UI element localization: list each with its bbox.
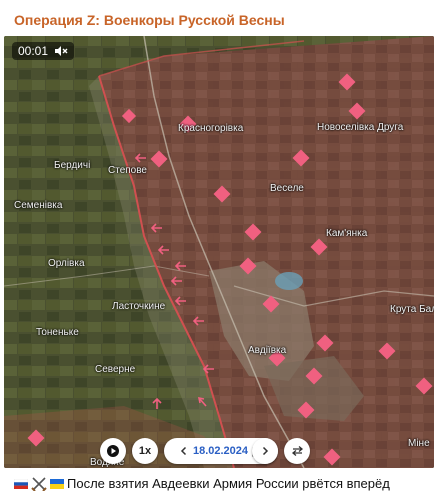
playback-time-badge: 00:01 [12, 42, 75, 60]
place-label: Ласточкине [112, 301, 166, 312]
playback-controls: 1x 18.02.2024 [4, 438, 434, 464]
pond [275, 272, 303, 290]
place-label: Кам'янка [326, 228, 368, 239]
ukraine-flag-icon [50, 478, 64, 489]
place-label: Веселе [270, 183, 304, 194]
russia-flag-icon [14, 478, 28, 489]
crossed-swords-icon [31, 476, 47, 491]
speed-button[interactable]: 1x [132, 438, 158, 464]
date-value[interactable]: 18.02.2024 [193, 445, 248, 457]
place-label: Орлівка [48, 258, 85, 269]
swap-arrows-icon [291, 446, 303, 456]
satellite-map [4, 36, 434, 468]
chevron-left-icon[interactable] [179, 446, 189, 456]
play-button[interactable] [100, 438, 126, 464]
video-player[interactable]: 00:01 Красногорівка Новоселівка Друга Бе… [4, 36, 434, 468]
place-label: Северне [95, 364, 136, 375]
place-label: Бердичі [54, 160, 91, 171]
place-label: Новоселівка Друга [317, 122, 404, 133]
caption-text: После взятия Авдеевки Армия России рвётс… [67, 476, 390, 491]
place-label: Крута Балк [390, 304, 434, 315]
place-label: Семенівка [14, 200, 63, 211]
place-label: Авдіївка [248, 345, 287, 356]
next-date-button[interactable] [252, 438, 278, 464]
play-icon [107, 445, 119, 457]
place-label: Степове [108, 165, 147, 176]
channel-title[interactable]: Операция Z: Военкоры Русской Весны [14, 12, 285, 28]
playback-time: 00:01 [18, 44, 49, 58]
post-caption: После взятия Авдеевки Армия России рвётс… [14, 476, 432, 491]
place-label: Красногорівка [178, 123, 244, 134]
chevron-right-icon [262, 446, 269, 456]
message-card: Операция Z: Военкоры Русской Весны 00:01… [0, 0, 438, 501]
swap-button[interactable] [284, 438, 310, 464]
muted-speaker-icon[interactable] [54, 45, 68, 57]
place-label: Тоненьке [36, 327, 79, 338]
